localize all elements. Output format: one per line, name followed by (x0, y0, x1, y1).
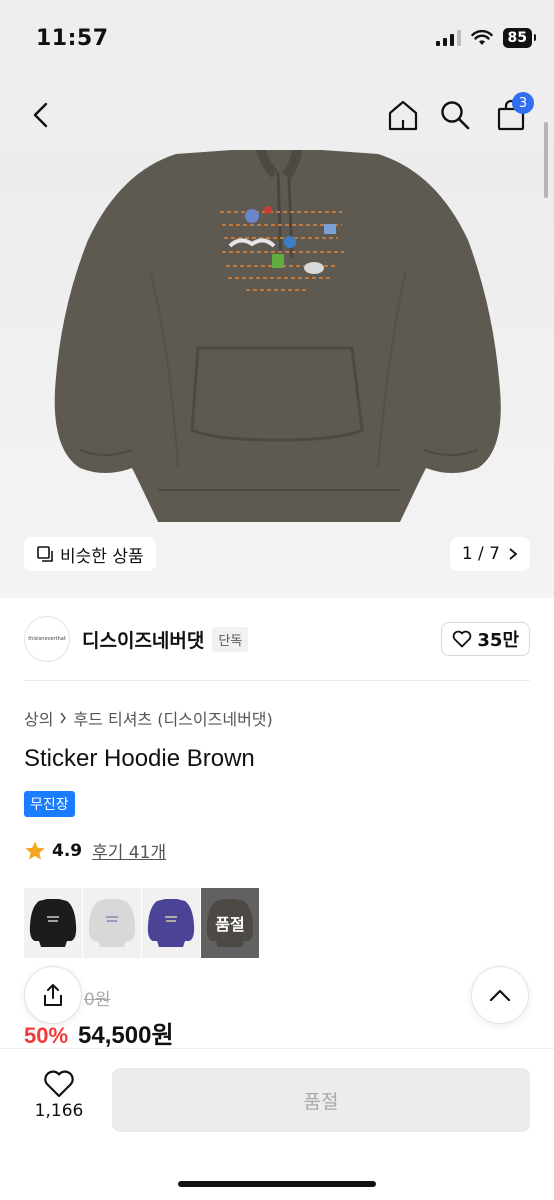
back-button[interactable] (20, 94, 62, 136)
scroll-top-button[interactable] (471, 966, 529, 1024)
rating-row: 4.9 후기 41개 (24, 838, 166, 863)
signal-icon (435, 30, 461, 46)
heart-icon (453, 630, 472, 648)
variant-brown[interactable]: 품절 (201, 888, 259, 958)
sale-price: 54,500원 (78, 1022, 174, 1049)
heart-icon (44, 1070, 74, 1098)
wish-count: 1,166 (34, 1101, 84, 1121)
product-title: Sticker Hoodie Brown (24, 745, 255, 772)
home-button[interactable] (382, 94, 424, 136)
similar-products-button[interactable]: 비슷한 상품 (24, 537, 156, 571)
brand-likes-count: 35만 (477, 630, 519, 651)
discount-rate: 50% (24, 1023, 69, 1048)
chevron-up-icon (489, 989, 511, 1002)
breadcrumb: 상의 후드 티셔츠 (디스이즈네버댓) (24, 706, 273, 730)
share-icon (44, 984, 62, 1006)
brand-like-button[interactable]: 35만 (441, 622, 530, 656)
hoodie-thumbnail (88, 899, 136, 947)
back-arrow-icon (33, 102, 48, 128)
home-indicator (178, 1181, 376, 1187)
home-icon (388, 100, 418, 131)
rating-score: 4.9 (52, 840, 83, 861)
search-icon (441, 101, 470, 130)
chevron-right-icon (60, 712, 67, 724)
brand-name[interactable]: 디스이즈네버댓 (82, 626, 204, 653)
brand-logo[interactable]: thisisneverthat (24, 616, 70, 662)
breadcrumb-subcategory[interactable]: 후드 티셔츠 (디스이즈네버댓) (73, 706, 272, 730)
bottom-action-bar: 1,166 품절 (0, 1048, 554, 1200)
scrollbar[interactable] (544, 122, 548, 198)
status-bar: 11:57 85 (0, 0, 554, 80)
buy-button[interactable]: 품절 (112, 1068, 530, 1132)
cart-badge: 3 (512, 92, 534, 114)
copy-icon (37, 546, 53, 562)
wishlist-button[interactable]: 1,166 (24, 1069, 94, 1121)
shipping-badge: 무진장 (24, 791, 75, 817)
app-header: 3 (0, 80, 554, 150)
pager-text: 1 / 7 (461, 544, 500, 564)
color-variants: 품절 (24, 888, 259, 958)
similar-label: 비슷한 상품 (60, 546, 144, 567)
review-link[interactable]: 후기 41개 (92, 838, 166, 863)
hoodie-illustration (54, 150, 501, 522)
wifi-icon (470, 30, 493, 45)
product-image[interactable]: 비슷한 상품 1 / 7 (0, 150, 554, 598)
soldout-label: 품절 (201, 888, 259, 958)
cart-button[interactable]: 3 (490, 92, 534, 136)
chevron-right-icon (509, 548, 518, 560)
brand-row: thisisneverthat 디스이즈네버댓 단독 35만 (24, 614, 530, 664)
status-icons: 85 (435, 28, 537, 48)
share-button[interactable] (24, 966, 82, 1024)
star-icon (25, 841, 45, 860)
exclusive-tag: 단독 (212, 626, 249, 652)
brand-logo-text: thisisneverthat (28, 636, 66, 642)
breadcrumb-category[interactable]: 상의 (24, 706, 53, 730)
status-time: 11:57 (36, 26, 109, 51)
variant-purple[interactable] (142, 888, 200, 958)
hoodie-thumbnail (29, 899, 77, 947)
variant-black[interactable] (24, 888, 82, 958)
original-price: 0원 (84, 990, 111, 1010)
divider (24, 680, 530, 681)
image-pager[interactable]: 1 / 7 (449, 537, 530, 571)
battery-icon: 85 (502, 28, 537, 48)
variant-gray[interactable] (83, 888, 141, 958)
hoodie-thumbnail (147, 899, 195, 947)
search-button[interactable] (434, 94, 476, 136)
